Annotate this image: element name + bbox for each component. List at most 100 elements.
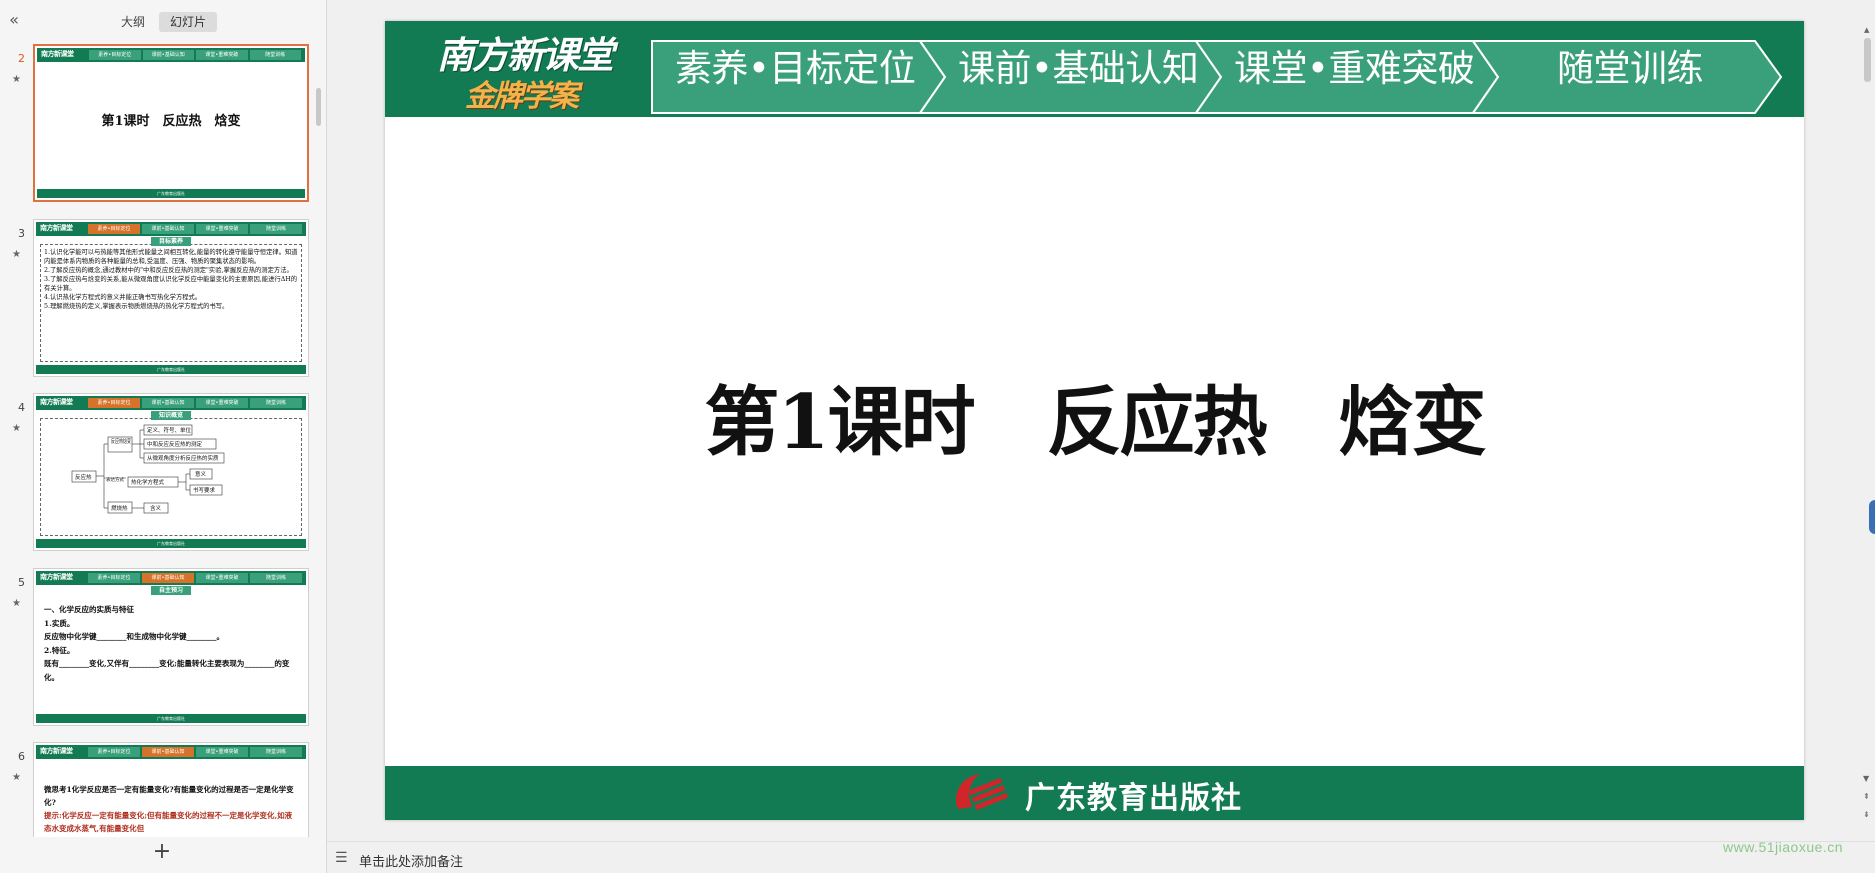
slide-thumbnail[interactable]: 南方新课堂 素养•目标定位 课前•基础认知 课堂•重难突破 随堂训练 第1课时 … — [33, 44, 309, 202]
thumb-logo: 南方新课堂 — [40, 397, 73, 406]
tab-slides[interactable]: 幻灯片 — [159, 12, 218, 32]
thumb-badge: 自主预习 — [150, 586, 192, 595]
notes-icon: ☰ — [335, 850, 348, 866]
thumb-tab: 素养•目标定位 — [88, 398, 140, 408]
thumb-logo: 南方新课堂 — [40, 746, 73, 755]
node-label: 意义 — [195, 470, 207, 478]
nav-item-practice[interactable]: 随堂训练 — [1500, 49, 1760, 89]
thumbnail-row: 6 ★ 南方新课堂 素养•目标定位 课前•基础认知 课堂•重难突破 随堂训练 微… — [0, 742, 317, 837]
slide-thumbnail[interactable]: 南方新课堂 素养•目标定位 课前•基础认知 课堂•重难突破 随堂训练 自主预习 … — [33, 568, 309, 726]
brand-logo: 南方新课堂 金牌学案 — [437, 25, 617, 114]
thumb-header: 南方新课堂 素养•目标定位 课前•基础认知 课堂•重难突破 随堂训练 — [36, 571, 306, 585]
thumb-tab: 随堂训练 — [250, 573, 302, 583]
thumb-tab: 素养•目标定位 — [88, 747, 140, 757]
thumb-tab: 素养•目标定位 — [88, 224, 140, 234]
thumb-body: 1.认识化学能可以与热能等其他形式能量之间相互转化,能量的转化遵守能量守恒定律。… — [44, 248, 298, 363]
panel-header: « 大纲 幻灯片 — [0, 0, 327, 42]
star-icon[interactable]: ★ — [12, 249, 21, 260]
thumb-tab: 课堂•重难突破 — [196, 224, 248, 234]
slide-thumbnail[interactable]: 南方新课堂 素养•目标定位 课前•基础认知 课堂•重难突破 随堂训练 目标素养 … — [33, 219, 309, 377]
thumb-line: 既有________变化,又伴有________变化;能量转化主要表现为____… — [44, 659, 290, 682]
thumb-title: 第1课时 反应热 焓变 — [101, 114, 241, 129]
node-label: 反应热 — [75, 473, 92, 481]
star-icon[interactable]: ★ — [12, 598, 21, 609]
nav-item-goals[interactable]: 素养•目标定位 — [675, 49, 916, 89]
thumbnail-row: 4 ★ 南方新课堂 素养•目标定位 课前•基础认知 课堂•重难突破 随堂训练 知… — [0, 393, 317, 553]
tab-outline[interactable]: 大纲 — [110, 12, 156, 32]
node-label: 定义、符号、单位 — [147, 426, 192, 434]
slide-header: 南方新课堂 金牌学案 素养•目标定位 课前•基础认知 课堂•重难突破 随堂训练 — [385, 21, 1804, 117]
thumb-tab: 素养•目标定位 — [89, 50, 141, 60]
thumbnail-row: 3 ★ 南方新课堂 素养•目标定位 课前•基础认知 课堂•重难突破 随堂训练 目… — [0, 219, 317, 379]
thumb-tab: 课堂•重难突破 — [196, 50, 248, 60]
editor-scrollbar[interactable]: ▲ ▼ ⇞ ⇟ — [1860, 0, 1875, 840]
thumb-tab: 随堂训练 — [249, 50, 301, 60]
star-icon[interactable]: ★ — [12, 423, 21, 434]
slide-number: 4 — [18, 401, 25, 414]
node-label: 含义 — [150, 504, 162, 512]
publisher-logo-icon — [956, 774, 1009, 811]
thumb-line: 反应物中化学键________和生成物中化学键________。 — [44, 632, 224, 641]
prev-page-icon[interactable]: ⇞ — [1863, 792, 1870, 801]
next-page-icon[interactable]: ⇟ — [1863, 810, 1870, 819]
thumb-tab: 随堂训练 — [250, 398, 302, 408]
thumb-header: 南方新课堂 素养•目标定位 课前•基础认知 课堂•重难突破 随堂训练 — [37, 48, 305, 62]
slide-canvas[interactable]: 南方新课堂 金牌学案 素养•目标定位 课前•基础认知 课堂•重难突破 随堂训练 … — [385, 21, 1804, 820]
slide-footer: 广东教育出版社 — [385, 766, 1804, 820]
thumb-line: 一、化学反应的实质与特征 — [44, 605, 134, 614]
thumb-tab: 课堂•重难突破 — [196, 573, 248, 583]
thumb-tab: 素养•目标定位 — [88, 573, 140, 583]
node-label: 热化学方程式 — [131, 478, 165, 486]
thumb-logo: 南方新课堂 — [40, 223, 73, 232]
thumb-tab: 课前•基础认知 — [142, 747, 194, 757]
thumbnail-list: 2 ★ 南方新课堂 素养•目标定位 课前•基础认知 课堂•重难突破 随堂训练 第… — [0, 44, 317, 837]
thumb-footer: 广东教育出版社 — [36, 539, 306, 548]
publisher-name: 广东教育出版社 — [1025, 781, 1242, 816]
thumb-badge: 目标素养 — [150, 237, 192, 246]
thumbnail-scrollbar[interactable] — [316, 88, 321, 126]
thumb-tab: 课堂•重难突破 — [196, 398, 248, 408]
thumb-line: 3.了解反应热与焓变的关系,能从微观角度认识化学反应中能量变化的主要原因,能进行… — [44, 276, 298, 292]
nav-item-preclass[interactable]: 课前•基础认知 — [958, 49, 1199, 89]
thumb-tab: 随堂训练 — [250, 747, 302, 757]
thumb-header: 南方新课堂 素养•目标定位 课前•基础认知 课堂•重难突破 随堂训练 — [36, 396, 306, 410]
side-panel-tab[interactable] — [1869, 500, 1875, 534]
scroll-down-icon[interactable]: ▼ — [1863, 774, 1869, 783]
nav-item-inclass[interactable]: 课堂•重难突破 — [1234, 49, 1475, 89]
slide-number: 2 — [18, 52, 25, 65]
add-slide-icon[interactable]: + — [152, 841, 172, 863]
thumb-footer: 广东教育出版社 — [36, 365, 306, 374]
thumb-tab: 课前•基础认知 — [142, 398, 194, 408]
node-label: 从微观角度分析反应热的实质 — [147, 454, 219, 462]
thumb-line: 提示:化学反应一定有能量变化;但有能量变化的过程不一定是化学变化,如液态水变成水… — [44, 811, 293, 833]
scroll-up-icon[interactable]: ▲ — [1864, 26, 1869, 34]
collapse-panel-icon[interactable]: « — [4, 10, 24, 30]
star-icon[interactable]: ★ — [12, 74, 21, 85]
slide-number: 5 — [18, 576, 25, 589]
notes-input[interactable]: 单击此处添加备注 — [359, 851, 463, 870]
thumb-badge: 知识概览 — [150, 411, 192, 420]
watermark: www.51jiaoxue.cn — [1723, 839, 1844, 855]
thumb-line: 1.认识化学能可以与热能等其他形式能量之间相互转化,能量的转化遵守能量守恒定律。… — [44, 249, 298, 265]
slide-number: 3 — [18, 227, 25, 240]
thumb-tab: 课前•基础认知 — [142, 224, 194, 234]
notes-bar: ☰ 单击此处添加备注 — [327, 841, 1875, 873]
thumb-tab: 课前•基础认知 — [142, 50, 194, 60]
node-label: 书写要求 — [193, 486, 216, 494]
concept-map: 反应热 反应热焓变 表达方式 燃烧热 定义、符号、单位 中和反应反应热的测定 从… — [71, 424, 225, 514]
thumb-footer: 广东教育出版社 — [37, 189, 305, 198]
node-label: 反应热焓变 — [111, 437, 131, 445]
thumb-line: 4.认识热化学方程式的意义并能正确书写热化学方程式。 — [44, 294, 202, 301]
slide-thumbnail[interactable]: 南方新课堂 素养•目标定位 课前•基础认知 课堂•重难突破 随堂训练 微思考1化… — [33, 742, 309, 837]
thumbnail-row: 2 ★ 南方新课堂 素养•目标定位 课前•基础认知 课堂•重难突破 随堂训练 第… — [0, 44, 317, 204]
thumb-tab: 课前•基础认知 — [142, 573, 194, 583]
thumbnail-row: 5 ★ 南方新课堂 素养•目标定位 课前•基础认知 课堂•重难突破 随堂训练 自… — [0, 568, 317, 728]
slide-title[interactable]: 第1课时 反应热 焓变 — [385, 361, 1804, 470]
scrollbar-thumb[interactable] — [1864, 38, 1871, 82]
thumb-footer: 广东教育出版社 — [36, 714, 306, 723]
node-label: 燃烧热 — [111, 504, 128, 512]
thumb-line: 微思考1化学反应是否一定有能量变化?有能量变化的过程是否一定是化学变化? — [44, 785, 294, 807]
star-icon[interactable]: ★ — [12, 772, 21, 783]
slide-thumbnail[interactable]: 南方新课堂 素养•目标定位 课前•基础认知 课堂•重难突破 随堂训练 知识概览 — [33, 393, 309, 551]
thumb-line: 1.实质。 — [44, 618, 75, 628]
